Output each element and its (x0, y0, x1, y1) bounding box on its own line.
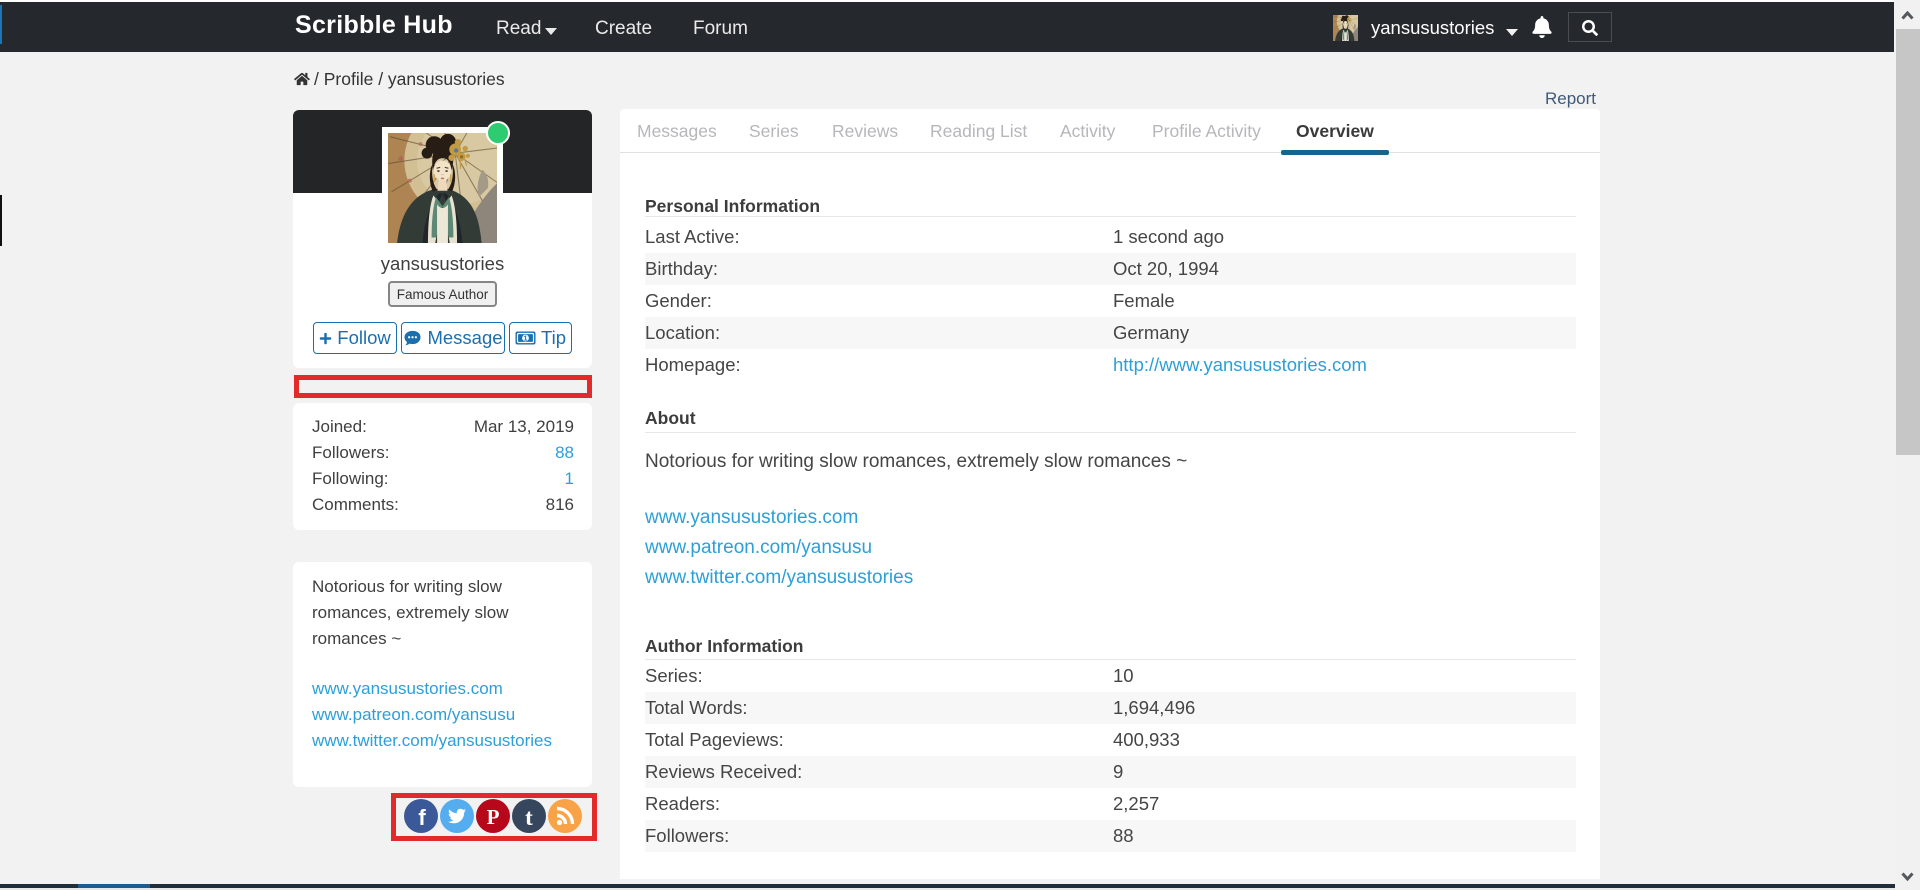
svg-text:f: f (418, 805, 426, 830)
svg-text:P: P (487, 805, 500, 829)
svg-text:1: 1 (523, 334, 527, 343)
svg-text:t: t (525, 805, 533, 830)
